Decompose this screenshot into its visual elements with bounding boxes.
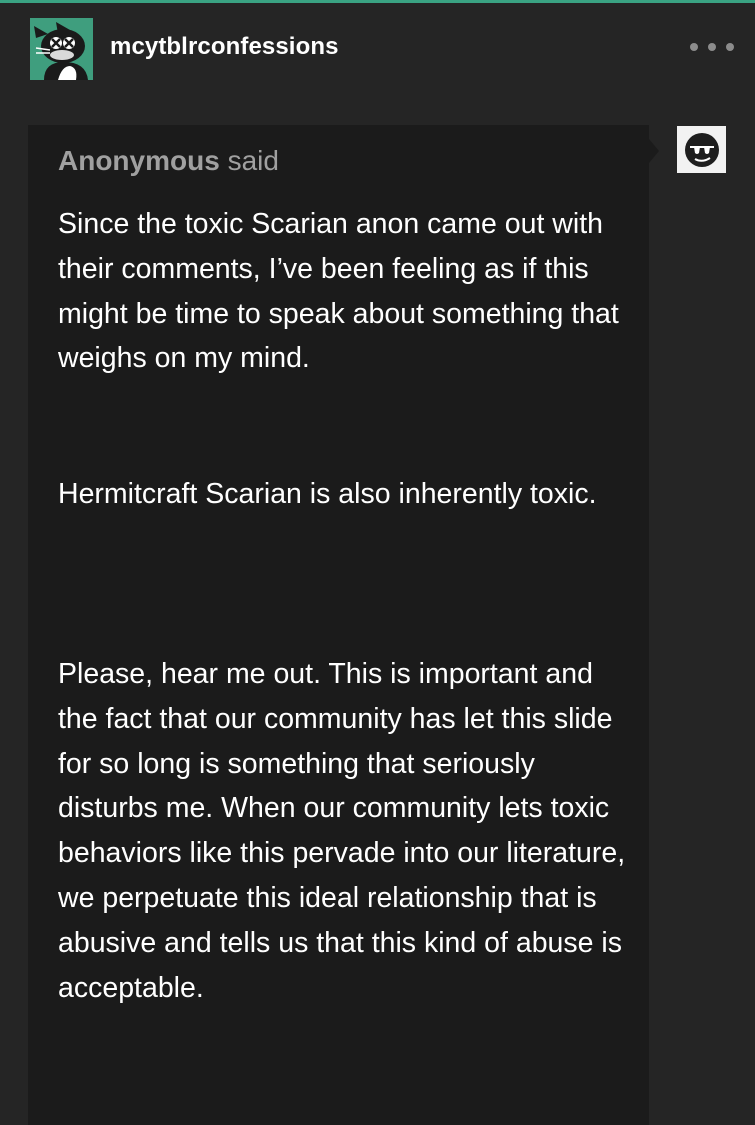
ellipsis-icon-dot <box>726 43 734 51</box>
ask-bubble-pointer <box>649 139 659 163</box>
asker-line: Anonymous said <box>58 145 279 177</box>
post-header: mcytblrconfessions <box>0 3 755 95</box>
cartoon-cat-avatar-icon <box>30 18 93 80</box>
ask-paragraph: Please, hear me out. This is important a… <box>58 658 626 1004</box>
asker-action: said <box>227 145 279 176</box>
asker-name: Anonymous <box>58 145 220 176</box>
ellipsis-icon-dot <box>708 43 716 51</box>
more-options-button[interactable] <box>690 37 734 57</box>
blog-avatar[interactable] <box>30 18 93 80</box>
anonymous-sunglasses-avatar-icon <box>684 132 719 167</box>
ellipsis-icon-dot <box>690 43 698 51</box>
ask-paragraph: Since the toxic Scarian anon came out wi… <box>58 208 619 375</box>
ask-paragraph: Hermitcraft Scarian is also inherently t… <box>58 478 597 510</box>
asker-avatar <box>677 126 726 173</box>
blog-name-link[interactable]: mcytblrconfessions <box>110 33 339 61</box>
